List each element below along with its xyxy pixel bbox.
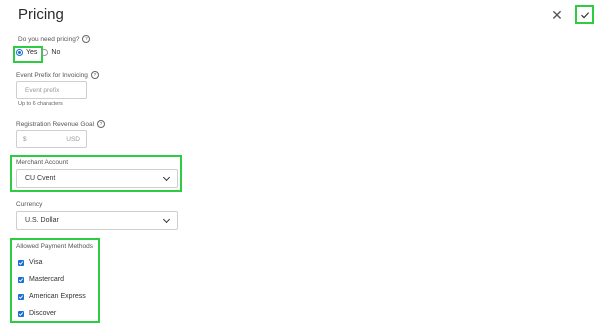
close-button[interactable]: ✕: [550, 8, 564, 22]
merchant-label: Merchant Account: [16, 159, 69, 166]
payment-mastercard[interactable]: Mastercard: [18, 276, 64, 283]
help-icon[interactable]: ?: [82, 35, 91, 43]
payment-amex-label: American Express: [29, 293, 86, 300]
currency-prefix: $: [23, 135, 27, 143]
payment-mastercard-label: Mastercard: [29, 276, 65, 283]
save-button[interactable]: [575, 5, 594, 24]
page-title: Pricing: [18, 6, 64, 23]
currency-value: U.S. Dollar: [25, 217, 59, 224]
checkbox-checked-icon[interactable]: [18, 293, 24, 300]
radio-yes[interactable]: [16, 49, 23, 56]
currency-select[interactable]: U.S. Dollar: [16, 211, 178, 230]
merchant-select[interactable]: CU Cvent: [16, 169, 178, 188]
payment-visa-label: Visa: [29, 259, 43, 266]
currency-label: Currency: [16, 201, 43, 208]
help-icon[interactable]: ?: [90, 71, 99, 79]
revenue-goal-input[interactable]: $ USD: [16, 130, 87, 148]
help-icon[interactable]: ?: [97, 120, 106, 128]
currency-suffix: USD: [66, 135, 80, 143]
radio-yes-label: Yes: [26, 49, 38, 56]
payment-methods-label: Allowed Payment Methods: [16, 243, 93, 250]
pricing-radio-group: Yes No: [16, 49, 60, 56]
checkbox-checked-icon[interactable]: [18, 310, 24, 317]
revenue-goal-heading: Registration Revenue Goal ?: [16, 120, 106, 128]
radio-no[interactable]: [41, 49, 49, 56]
chevron-down-icon: [162, 215, 171, 223]
pricing-question-label: Do you need pricing?: [18, 35, 80, 43]
payment-discover[interactable]: Discover: [18, 310, 56, 317]
payment-amex[interactable]: American Express: [18, 293, 86, 300]
radio-no-label: No: [51, 49, 61, 56]
payment-discover-label: Discover: [29, 310, 57, 317]
event-prefix-placeholder: Event prefix: [25, 86, 60, 94]
event-prefix-heading: Event Prefix for Invoicing ?: [16, 71, 99, 79]
close-icon: ✕: [551, 7, 563, 23]
revenue-goal-label: Registration Revenue Goal: [16, 120, 95, 128]
event-prefix-input[interactable]: Event prefix: [16, 81, 87, 99]
checkbox-checked-icon[interactable]: [18, 276, 24, 283]
checkbox-checked-icon[interactable]: [18, 259, 24, 266]
payment-visa[interactable]: Visa: [18, 259, 43, 266]
check-icon: [580, 11, 589, 18]
chevron-down-icon: [162, 173, 171, 181]
merchant-value: CU Cvent: [25, 175, 56, 182]
event-prefix-label: Event Prefix for Invoicing: [16, 71, 88, 79]
event-prefix-hint: Up to 6 characters: [18, 101, 63, 107]
pricing-question: Do you need pricing? ?: [18, 35, 91, 43]
